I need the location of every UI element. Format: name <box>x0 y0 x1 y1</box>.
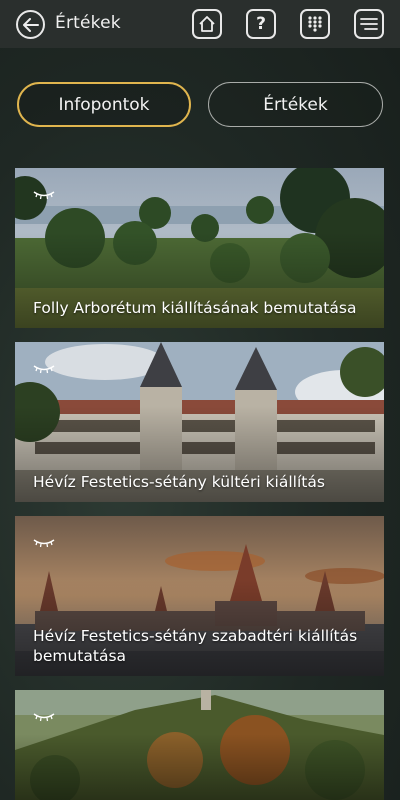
list-item[interactable]: Folly Arborétum kiállításának bemutatása <box>15 168 384 328</box>
eye-closed-icon <box>33 713 55 722</box>
grid-icon <box>308 16 322 32</box>
eye-closed-icon <box>33 365 55 374</box>
list-item[interactable]: Hévíz Festetics-sétány szabadtéri kiállí… <box>15 516 384 676</box>
back-arrow-icon <box>22 17 39 32</box>
card-title: Hévíz Festetics-sétány kültéri kiállítás <box>33 473 325 491</box>
page-title: Értékek <box>55 13 121 33</box>
list-item[interactable]: Hévíz Festetics-sétány kültéri kiállítás <box>15 342 384 502</box>
help-button[interactable]: ? <box>246 9 276 39</box>
card-title: Folly Arborétum kiállításának bemutatása <box>33 299 357 317</box>
menu-button[interactable] <box>354 9 384 39</box>
list-item[interactable] <box>15 690 384 800</box>
menu-icon <box>360 18 378 30</box>
tab-infopontok[interactable]: Infopontok <box>17 82 191 127</box>
eye-closed-icon <box>33 539 55 548</box>
eye-closed-icon <box>33 191 55 200</box>
tab-ertekek[interactable]: Értékek <box>208 82 383 127</box>
card-shade <box>15 690 384 800</box>
top-bar: Értékek ? <box>0 0 400 48</box>
grid-button[interactable] <box>300 9 330 39</box>
card-title: Hévíz Festetics-sétány szabadtéri kiállí… <box>33 627 358 665</box>
home-icon <box>199 16 215 32</box>
home-button[interactable] <box>192 9 222 39</box>
back-button[interactable] <box>16 10 45 39</box>
help-icon: ? <box>256 14 266 34</box>
